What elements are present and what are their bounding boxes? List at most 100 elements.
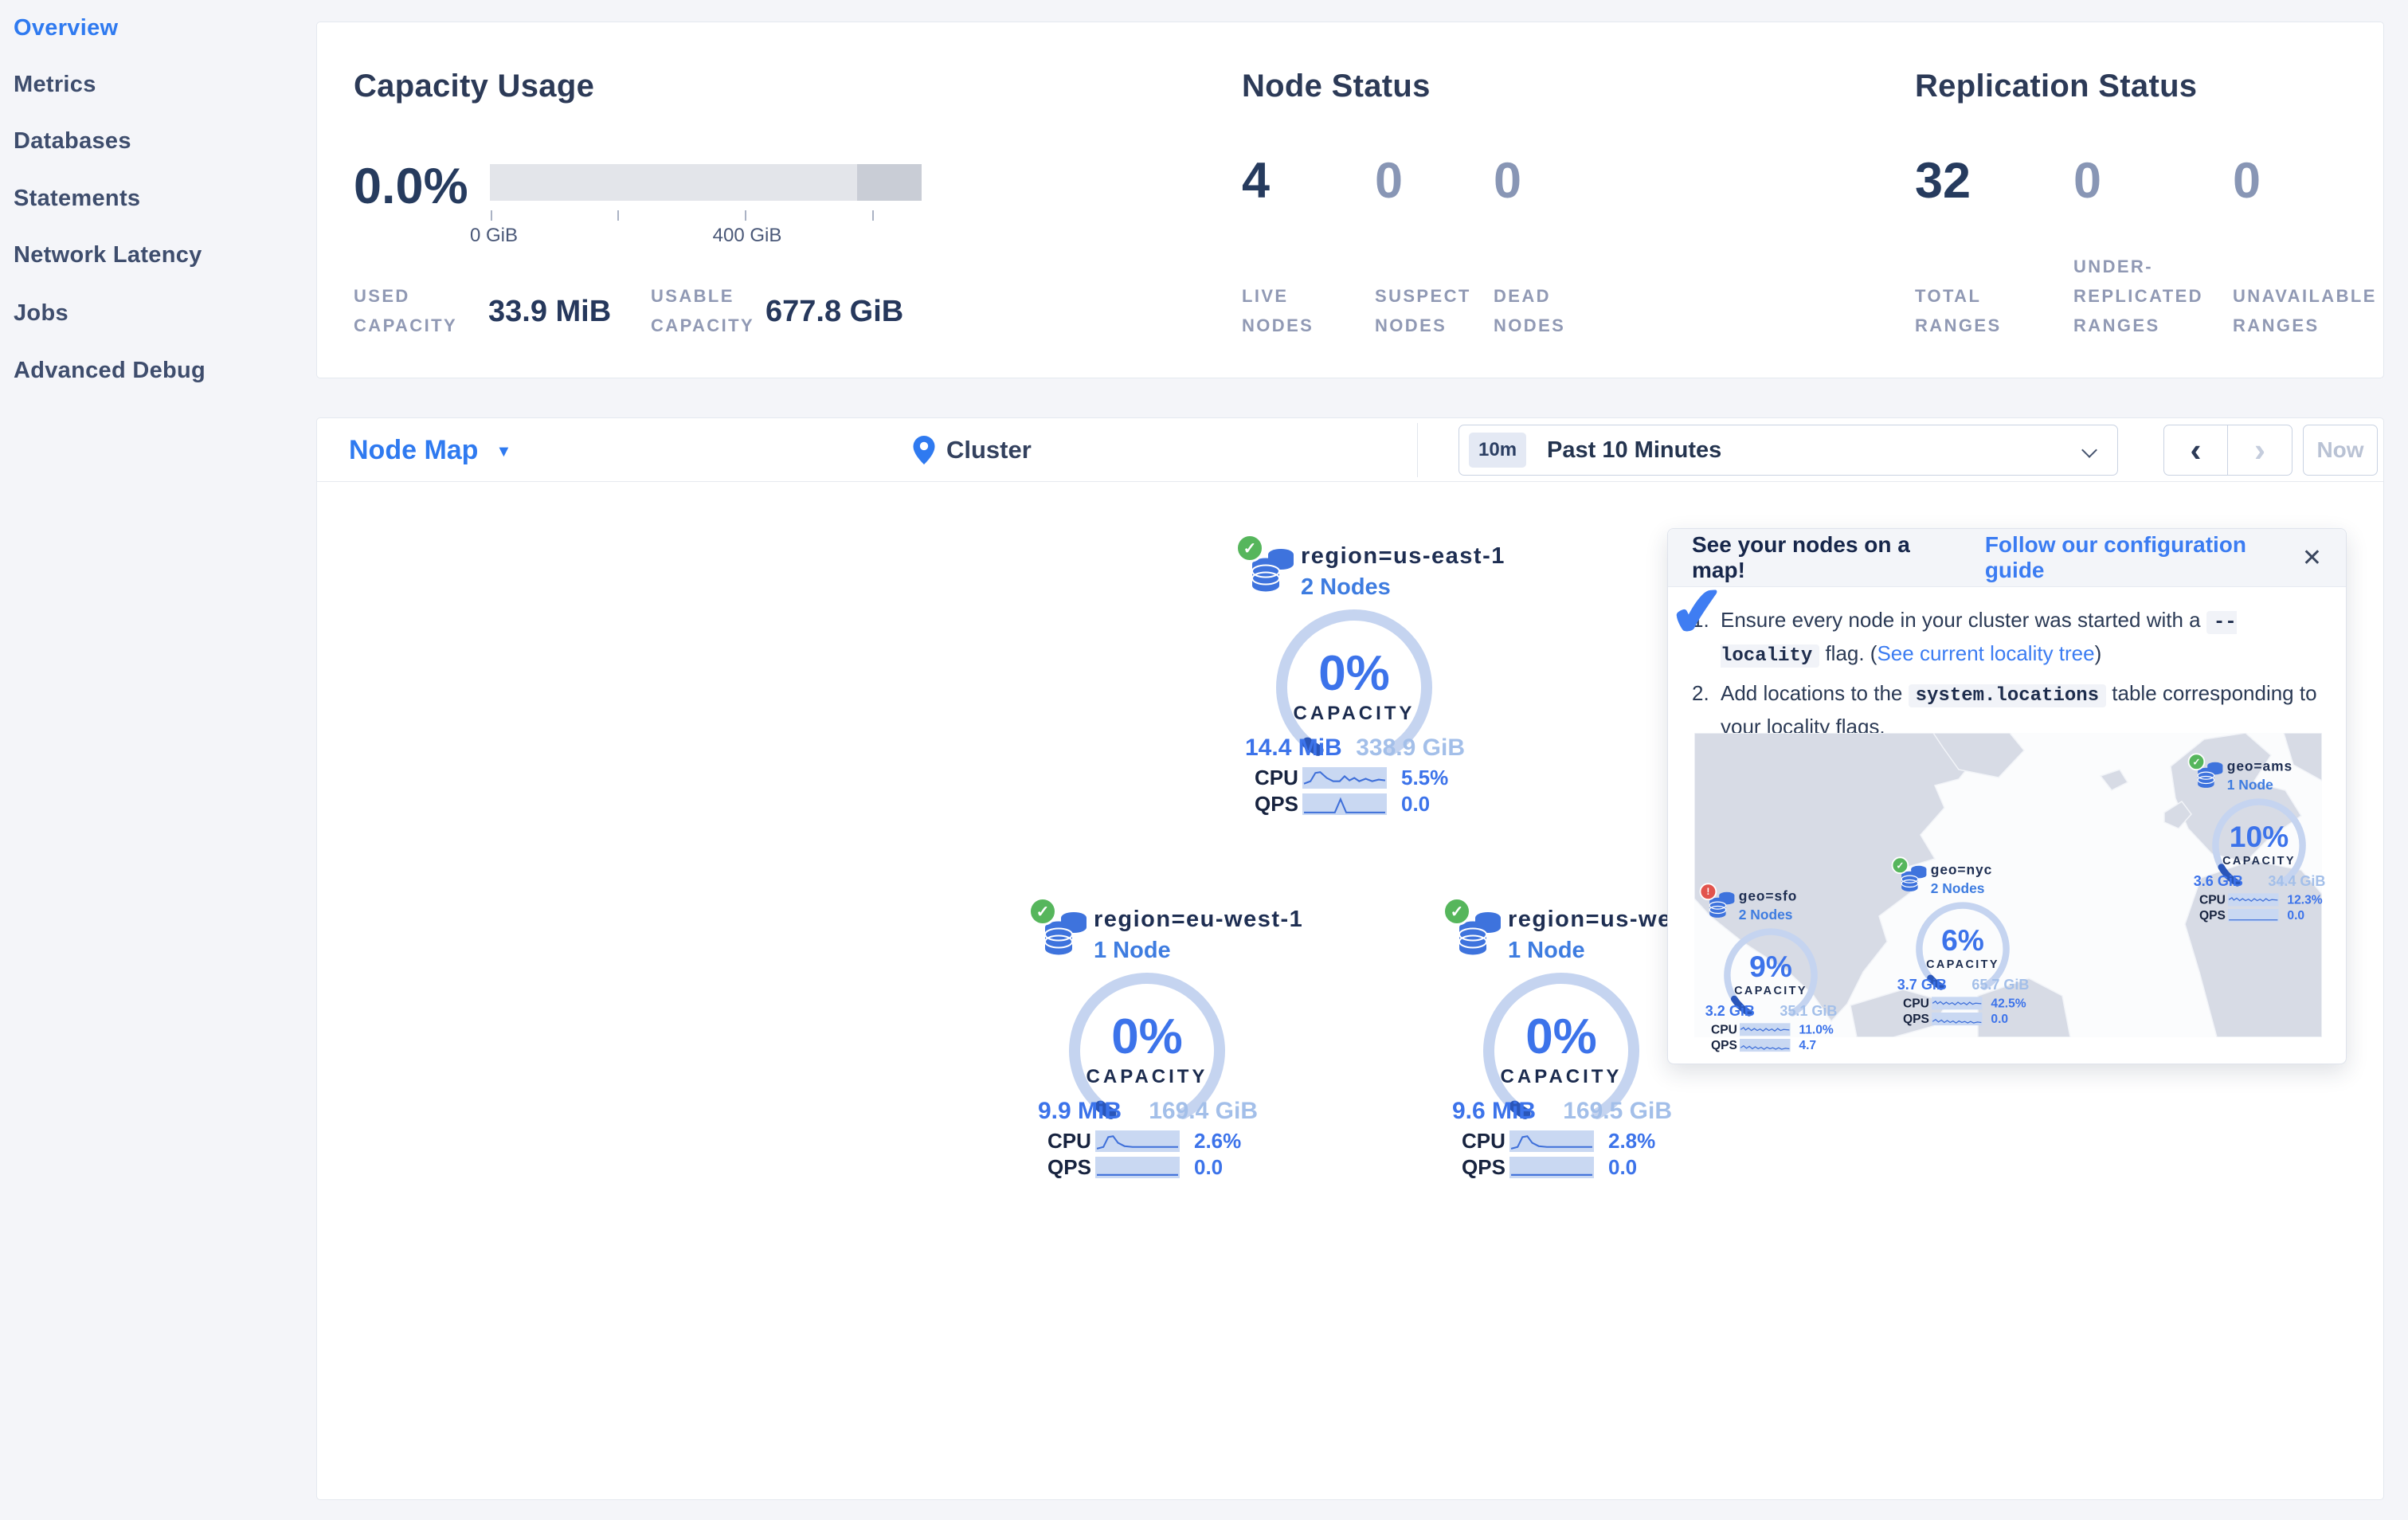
now-button[interactable]: Now [2303,425,2378,476]
code-snippet: system.locations [1908,684,2107,707]
nodes-count-link[interactable]: 1 Node [1094,938,1303,964]
sidebar-item-statements[interactable]: Statements [14,182,140,214]
total-capacity: 169.4 GiB [1149,1098,1258,1124]
used-capacity: 3.6 GiB [2193,873,2243,890]
time-range-selector[interactable]: 10m Past 10 Minutes [1459,425,2118,476]
cpu-sparkline [1509,1130,1594,1152]
step-text: Add locations to the [1721,681,1909,705]
cpu-sparkline [1932,997,1983,1010]
cpu-sparkline [1302,767,1387,789]
popup-title: See your nodes on a map! [1692,532,1910,582]
qps-sparkline [1932,1013,1983,1026]
sidebar-item-overview[interactable]: Overview [14,12,118,44]
nodes-count-link[interactable]: 2 Nodes [1301,574,1505,601]
cpu-value: 42.5% [1991,996,2026,1010]
sidebar-item-network-latency[interactable]: Network Latency [14,239,202,271]
replication-status-title: Replication Status [1915,69,2198,104]
cpu-label: CPU [1462,1129,1505,1153]
used-capacity: 9.6 MiB [1452,1098,1537,1124]
nodes-count-link[interactable]: 1 Node [2227,778,2292,793]
capacity-axis-tick [872,210,874,221]
qps-sparkline [1509,1157,1594,1178]
time-step-forward-button[interactable]: › [2228,425,2292,475]
close-icon[interactable] [2302,544,2322,572]
mini-node-group-geo-sfo[interactable]: geo=sfo 2 Nodes 9% CAPACITY 3.2 GiB 35.1… [1699,883,1840,1053]
sidebar-item-jobs[interactable]: Jobs [14,297,69,329]
qps-sparkline [1302,793,1387,815]
sidebar-item-advanced-debug[interactable]: Advanced Debug [14,355,206,386]
view-selector-dropdown[interactable]: Node Map ▼ [349,418,511,482]
total-capacity: 35.1 GiB [1780,1003,1838,1020]
region-node-group-us-west-1[interactable]: region=us-west-1 1 Node 0% CAPACITY 9.6 … [1443,897,1717,1181]
node-warning-icon [1699,883,1717,900]
sidebar-item-databases[interactable]: Databases [14,125,131,157]
cpu-value: 2.6% [1194,1129,1242,1153]
step-text: Ensure every node in your cluster was st… [1721,608,2206,632]
mini-node-group-geo-nyc[interactable]: geo=nyc 2 Nodes 6% CAPACITY 3.7 GiB 65.7… [1891,856,2032,1027]
node-healthy-icon [1891,856,1909,874]
capacity-label: CAPACITY [1293,703,1415,724]
capacity-label: CAPACITY [1926,958,1999,971]
capacity-axis-label-400: 400 GiB [712,225,782,246]
used-capacity: 9.9 MiB [1038,1098,1122,1124]
capacity-label: CAPACITY [2222,854,2296,868]
locality-label: geo=ams [2226,758,2293,774]
node-healthy-icon [1235,534,1264,562]
nodes-count-link[interactable]: 2 Nodes [1931,881,1992,897]
used-capacity-value: 33.9 MiB [488,295,612,328]
locality-label: region=eu-west-1 [1094,907,1304,932]
setup-step-1: 1. Ensure every node in your cluster was… [1692,605,2322,672]
locality-label: geo=nyc [1930,862,1993,878]
capacity-percent: 0% [1111,1009,1183,1064]
configuration-guide-link[interactable]: Follow our configuration guide [1985,532,2302,583]
cpu-value: 11.0% [1799,1022,1834,1036]
location-pin-icon [913,436,935,464]
cpu-value: 12.3% [2287,892,2323,907]
usable-capacity-label: USABLE CAPACITY [651,286,755,335]
node-healthy-icon [1028,897,1057,926]
locality-tree-link[interactable]: See current locality tree [1877,641,2094,665]
qps-label: QPS [1711,1037,1737,1052]
total-ranges-label: TOTAL RANGES [1915,286,2002,335]
sidebar-item-metrics[interactable]: Metrics [14,69,96,100]
total-capacity: 169.5 GiB [1563,1098,1672,1124]
mini-node-group-geo-ams[interactable]: geo=ams 1 Node 10% CAPACITY 3.6 GiB 34.4… [2187,753,2328,923]
unavailable-ranges-value: 0 [2233,153,2261,209]
suspect-nodes-value: 0 [1375,153,1404,209]
capacity-percent: 9% [1749,950,1792,984]
time-range-label: Past 10 Minutes [1547,437,1722,463]
qps-value: 0.0 [1991,1011,2009,1026]
cpu-value: 2.8% [1608,1129,1656,1153]
breadcrumb[interactable]: Cluster [913,418,1032,482]
qps-value: 0.0 [1401,792,1431,816]
live-nodes-label: LIVE NODES [1242,286,1314,335]
nodemap-setup-popup: See your nodes on a map! Follow our conf… [1667,528,2347,1064]
breadcrumb-label: Cluster [946,436,1032,464]
chevron-down-icon: ▼ [495,442,512,460]
capacity-axis-tick [745,210,746,221]
capacity-percent: 0% [1318,646,1390,701]
qps-label: QPS [2199,907,2226,923]
time-step-control: ‹ › [2163,425,2292,476]
qps-sparkline [1095,1157,1180,1178]
cpu-label: CPU [1903,996,1929,1010]
qps-label: QPS [1047,1155,1091,1179]
qps-sparkline [1740,1039,1791,1052]
cpu-sparkline [1095,1130,1180,1152]
locality-label: geo=sfo [1738,888,1798,904]
capacity-bar-other-segment [857,164,922,201]
under-replicated-ranges-label: UNDER-REPLICATED RANGES [2073,257,2203,335]
suspect-nodes-label: SUSPECT NODES [1375,286,1471,335]
nodes-count-link[interactable]: 2 Nodes [1739,907,1798,923]
step-text: flag. ( [1819,641,1877,665]
region-node-group-us-east-1[interactable]: region=us-east-1 2 Nodes 0% CAPACITY 14.… [1235,534,1504,817]
capacity-label: CAPACITY [1086,1066,1208,1087]
qps-label: QPS [1462,1155,1505,1179]
usable-capacity-value: 677.8 GiB [765,295,904,328]
used-capacity-label: USED CAPACITY [354,286,458,335]
region-node-group-eu-west-1[interactable]: region=eu-west-1 1 Node 0% CAPACITY 9.9 … [1028,897,1302,1181]
dead-nodes-label: DEAD NODES [1494,286,1566,335]
cluster-summary-card: Capacity Usage 0.0% 0 GiB 400 GiB USED C… [316,22,2384,378]
time-step-back-button[interactable]: ‹ [2164,425,2228,475]
cpu-label: CPU [1711,1022,1737,1036]
